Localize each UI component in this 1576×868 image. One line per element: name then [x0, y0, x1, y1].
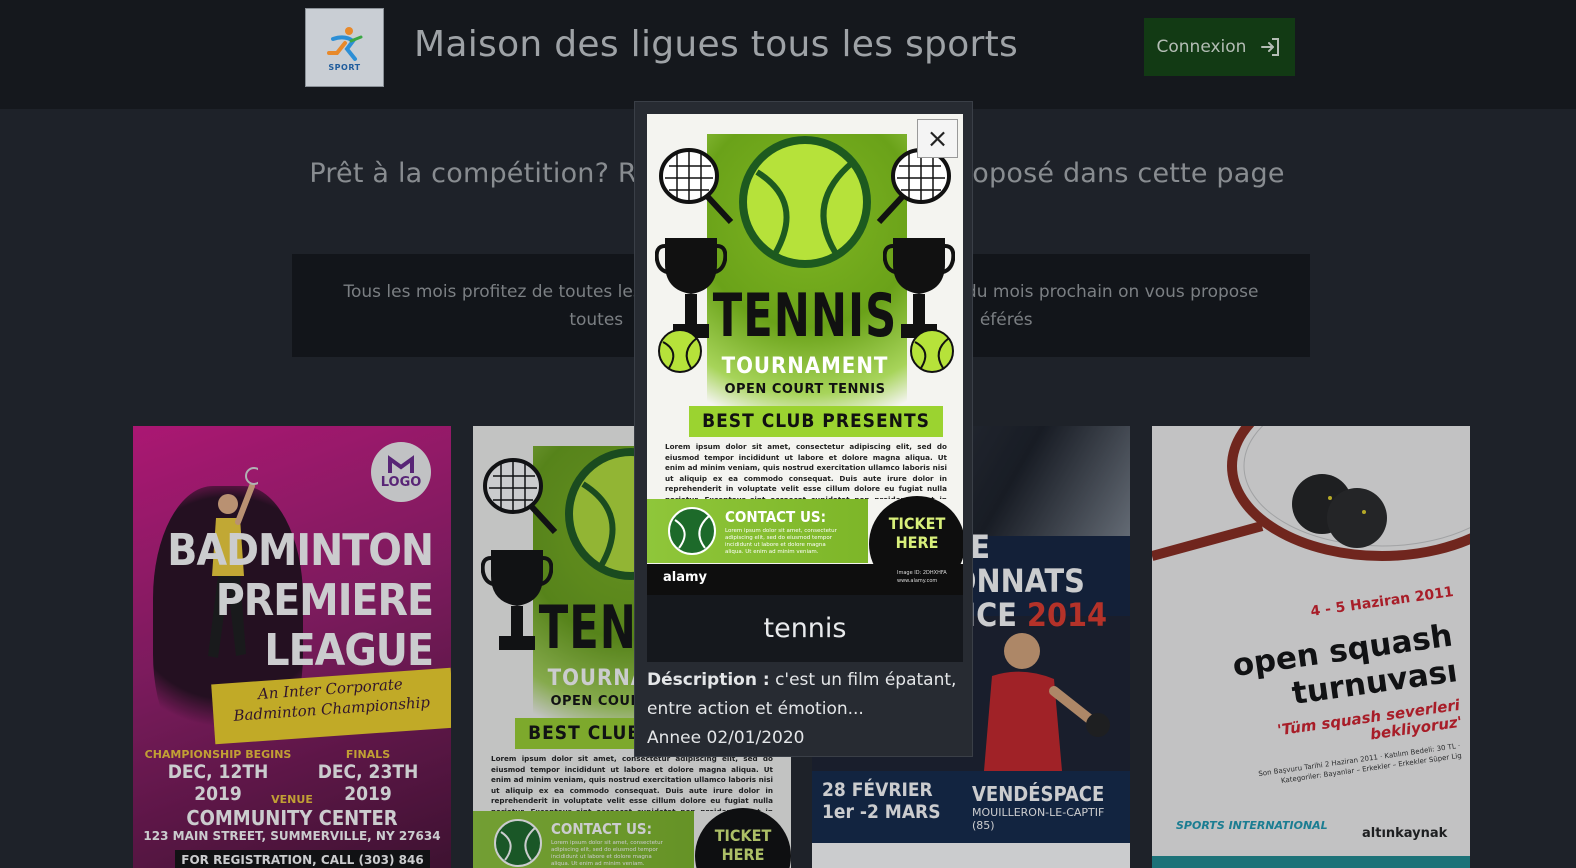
title-line: LE: [952, 530, 1107, 564]
modal-description: Déscription : c'est un film épatant, ent…: [647, 666, 965, 753]
racket-left-icon: [659, 148, 734, 225]
sponsor-brand: SPORTS INTERNATIONAL: [1176, 819, 1328, 832]
poster-tournament: TOURNAMENT: [721, 354, 889, 379]
ticket-line: HERE: [895, 533, 939, 552]
contact-title: CONTACT US:: [725, 508, 827, 526]
close-icon: ×: [926, 123, 949, 154]
login-arrow-icon: [1261, 38, 1280, 56]
table-tennis-player-image: [984, 633, 1110, 771]
registration-bar: FOR REGISTRATION, CALL (303) 846 2133: [175, 850, 430, 868]
contact-ball-icon: [494, 819, 542, 867]
poster-title: TENNIS: [712, 281, 898, 351]
login-button[interactable]: Connexion: [1144, 18, 1295, 76]
sponsor-name: altınkaynak: [1362, 826, 1448, 841]
runner-logo-icon: [326, 27, 362, 61]
event-place: VENDÉSPACE: [972, 782, 1105, 806]
contact-ball-icon: [668, 507, 716, 555]
year-label: Annee: [647, 728, 702, 748]
event-city: MOUILLERON-LE-CAPTIF (85): [972, 806, 1105, 832]
venue-name: COMMUNITY CENTER: [186, 806, 398, 830]
title-line: BADMINTON: [167, 525, 434, 576]
poster-modal: TENNIS TOURNAMENT OPEN COURT TENNIS BEST…: [634, 101, 973, 757]
finals-label: FINALS: [345, 748, 391, 761]
site-logo[interactable]: SPORT: [305, 8, 384, 87]
tennis-ball-icon: [739, 136, 871, 268]
ticket-line: TICKET: [714, 826, 772, 845]
poster-open-court: OPEN COURT TENNIS: [724, 382, 886, 397]
badminton-title: BADMINTON PREMIERE LEAGUE: [167, 525, 434, 676]
title-line: LEAGUE: [264, 625, 434, 676]
alamy-url: www.alamy.com: [897, 578, 938, 584]
poster-card-badminton[interactable]: LOGO BADMINTON PREMIERE LEAGUE An Inter …: [133, 426, 451, 868]
racket-left-icon: [483, 458, 558, 535]
login-label: Connexion: [1156, 37, 1247, 57]
poster-best-club: BEST CLUB PRESENTS: [689, 406, 943, 437]
racket-right-icon: [876, 148, 951, 225]
contact-title: CONTACT US:: [551, 820, 653, 838]
venue-label: VENUE: [271, 793, 313, 806]
logo-text: SPORT: [328, 63, 361, 72]
logo-badge: LOGO: [371, 442, 431, 502]
contact-text: Lorem ipsum dolor sit amet, consectetur …: [725, 528, 837, 555]
squash-racket-image: [1152, 426, 1470, 561]
modal-close-button[interactable]: ×: [917, 119, 958, 158]
tennis-poster: TENNIS TOURNAMENT OPEN COURT TENNIS BEST…: [647, 114, 963, 595]
modal-tennis-poster: TENNIS TOURNAMENT OPEN COURT TENNIS BEST…: [647, 114, 963, 595]
date-line: 28 FÉVRIER: [822, 779, 933, 801]
logo-label: LOGO: [380, 474, 422, 490]
teal-base: [1152, 856, 1470, 868]
site-title: Maison des ligues tous les sports: [414, 24, 1019, 65]
sponsor-strip: [812, 843, 1130, 868]
ticket-line: TICKET: [888, 514, 946, 533]
poster-card-squash[interactable]: 4 - 5 Haziran 2011 open squash turnuvası…: [1152, 426, 1470, 868]
image-id: Image ID: 2DHXHFA: [897, 570, 947, 576]
modal-caption: tennis: [647, 595, 963, 662]
site-header: SPORT Maison des ligues tous les sports …: [0, 0, 1576, 109]
logo-mark-icon: [388, 454, 414, 473]
year-value: 02/01/2020: [706, 728, 805, 748]
pingpong-title: LE ONNATS NCE 2014: [952, 530, 1107, 632]
venue-address: 123 MAIN STREET, SUMMERVILLE, NY 27634: [143, 829, 441, 843]
title-line: ONNATS: [952, 562, 1085, 600]
date-line: 1er -2 MARS: [822, 801, 941, 823]
event-dates: 28 FÉVRIER 1er -2 MARS: [822, 779, 941, 823]
title-line: PREMIERE: [215, 575, 434, 626]
alamy-image-id: Image ID: 2DHXHFA www.alamy.com: [897, 569, 947, 585]
description-label: Déscription :: [647, 670, 770, 690]
begins-label: CHAMPIONSHIP BEGINS: [144, 748, 292, 761]
contact-text: Lorem ipsum dolor sit amet, consectetur …: [551, 840, 663, 867]
ticket-line: HERE: [721, 845, 765, 864]
alamy-logo: alamy: [663, 570, 708, 585]
